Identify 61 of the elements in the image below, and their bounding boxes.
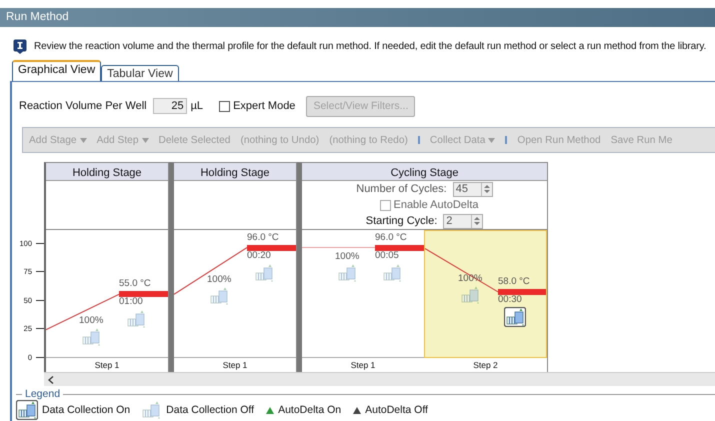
data-collection-off-icon[interactable]: [253, 262, 275, 283]
window-title: Run Method: [0, 8, 715, 27]
starting-cycle-spinner[interactable]: 2: [443, 214, 484, 228]
auto-delta-checkbox[interactable]: Enable AutoDelta: [380, 197, 478, 213]
info-icon: [13, 38, 27, 54]
hold-time-label[interactable]: 00:05: [375, 250, 399, 261]
temperature-label[interactable]: 55.0 °C: [119, 278, 151, 290]
reaction-volume-label: Reaction Volume Per Well: [19, 100, 147, 112]
cycles-spinner[interactable]: 45: [452, 182, 493, 196]
info-message: Review the reaction volume and the thermal profile for the default run method. If needed, edit the default run method or select a run method from the library.: [34, 40, 706, 52]
stage-panel[interactable]: Holding Stage 100% 55.0 °C 01:00 Step 1: [44, 162, 169, 372]
triangle-icon: [266, 406, 274, 414]
stage-header: Holding Stage: [174, 163, 296, 181]
step-label: Step 2: [472, 359, 499, 372]
data-collection-off-icon: [140, 400, 162, 420]
step-label: Step 1: [350, 359, 376, 372]
starting-cycle-label: Starting Cycle:: [366, 215, 438, 227]
data-collection-off-icon[interactable]: [125, 309, 147, 330]
data-collection-on-icon[interactable]: [504, 306, 526, 327]
triangle-icon: [353, 406, 362, 414]
hold-bar[interactable]: [498, 288, 546, 295]
cycles-label: Number of Cycles:: [356, 183, 447, 195]
legend-label: Data Collection Off: [166, 404, 254, 416]
temperature-label[interactable]: 58.0 °C: [498, 276, 530, 287]
hold-time-label[interactable]: 00:30: [498, 294, 522, 305]
step-label: Step 1: [222, 359, 248, 372]
hold-time-label[interactable]: 00:20: [247, 250, 271, 261]
data-collection-off-icon[interactable]: [80, 326, 102, 347]
legend-label: Data Collection On: [42, 404, 130, 416]
stage-header: Cycling Stage: [302, 163, 547, 181]
data-collection-off-icon[interactable]: [336, 262, 358, 283]
horizontal-scrollbar[interactable]: [44, 372, 715, 386]
ramp-rate-label: 100%: [335, 250, 360, 262]
expert-mode-checkbox[interactable]: Expert Mode: [219, 100, 296, 112]
step-label: Step 1: [94, 359, 120, 372]
hold-time-label[interactable]: 01:00: [119, 296, 143, 308]
stage-panel[interactable]: Holding Stage 100% 96.0 °C 00:20 Step 1: [169, 162, 297, 372]
temperature-label[interactable]: 96.0 °C: [247, 232, 279, 243]
legend-label: AutoDelta Off: [365, 404, 428, 416]
hold-bar[interactable]: [247, 244, 296, 251]
data-collection-on-icon: [16, 400, 38, 420]
reaction-volume-field[interactable]: 25: [152, 98, 187, 114]
legend-label: AutoDelta On: [278, 404, 342, 416]
stage-header: Holding Stage: [46, 163, 168, 181]
temperature-label[interactable]: 96.0 °C: [375, 232, 407, 243]
view-tab[interactable]: Tabular View: [101, 65, 179, 81]
spinner-arrows-icon: [484, 184, 490, 194]
unit-label: µL: [190, 100, 204, 112]
hold-bar[interactable]: [375, 244, 424, 251]
spinner-arrows-icon: [474, 216, 480, 226]
data-collection-off-icon[interactable]: [381, 262, 403, 283]
step-plot[interactable]: 100% 96.0 °C 00:20: [174, 230, 296, 358]
ramp-rate-label: 100%: [207, 274, 232, 285]
data-collection-off-icon[interactable]: [208, 286, 230, 306]
scroll-left-icon[interactable]: [48, 376, 54, 384]
step-plot[interactable]: 100% 55.0 °C 01:00: [46, 230, 168, 358]
hold-bar[interactable]: [119, 291, 168, 298]
data-collection-off-icon[interactable]: [459, 285, 482, 306]
ramp-rate-label: 100%: [79, 314, 104, 326]
legend-title: Legend: [24, 388, 62, 400]
view-tab[interactable]: Graphical View: [12, 60, 102, 81]
